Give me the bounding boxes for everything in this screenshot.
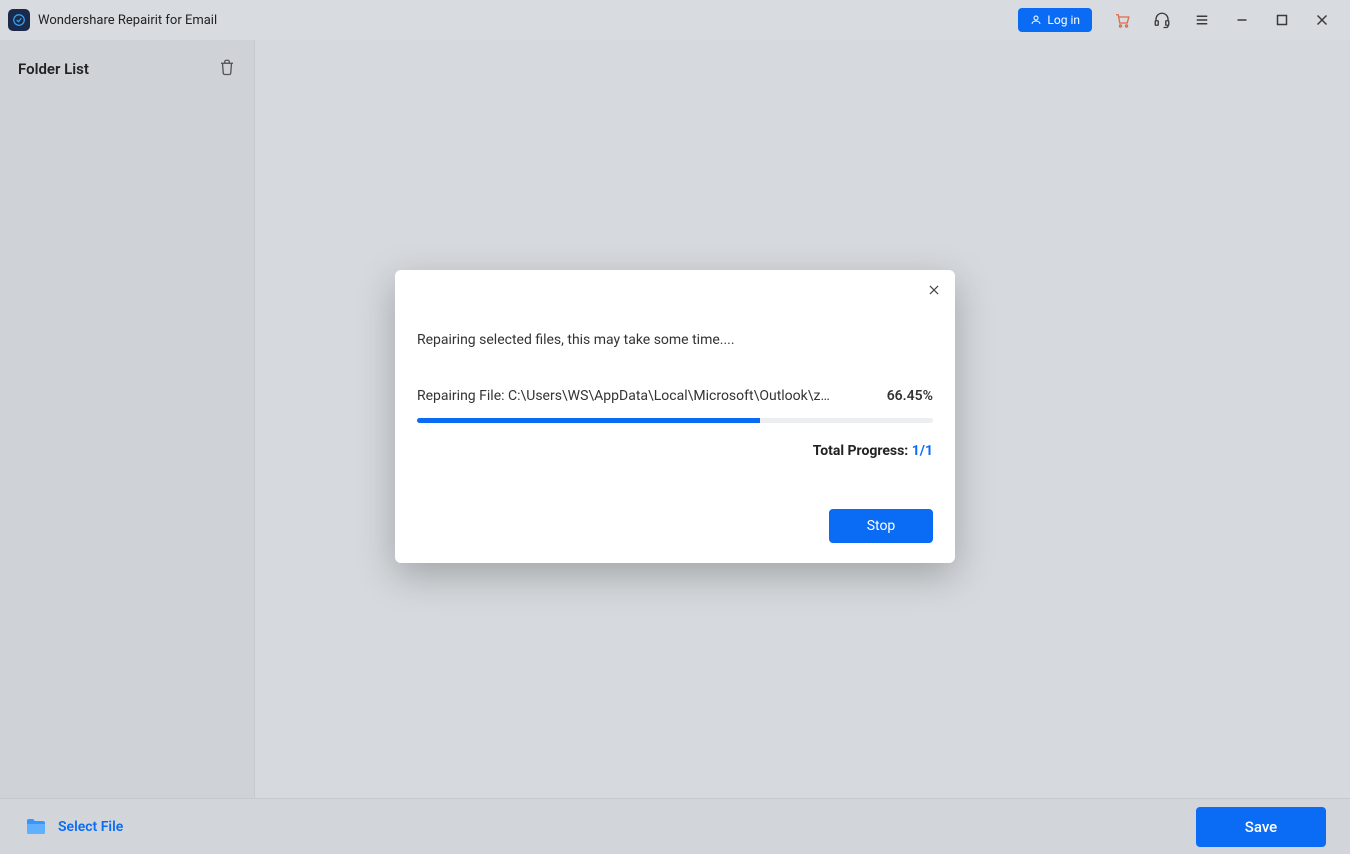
progress-bar <box>417 418 933 423</box>
modal-backdrop: Repairing selected files, this may take … <box>0 0 1350 854</box>
total-progress-row: Total Progress: 1/1 <box>417 443 933 459</box>
progress-modal: Repairing selected files, this may take … <box>395 270 955 563</box>
repairing-file-path: Repairing File: C:\Users\WS\AppData\Loca… <box>417 388 837 404</box>
progress-fill <box>417 418 760 423</box>
modal-message: Repairing selected files, this may take … <box>417 332 933 348</box>
close-icon <box>927 283 941 297</box>
progress-percent: 66.45% <box>887 388 933 404</box>
modal-close-button[interactable] <box>927 282 941 301</box>
modal-actions: Stop <box>417 509 933 543</box>
file-progress-row: Repairing File: C:\Users\WS\AppData\Loca… <box>417 388 933 404</box>
stop-button[interactable]: Stop <box>829 509 933 543</box>
